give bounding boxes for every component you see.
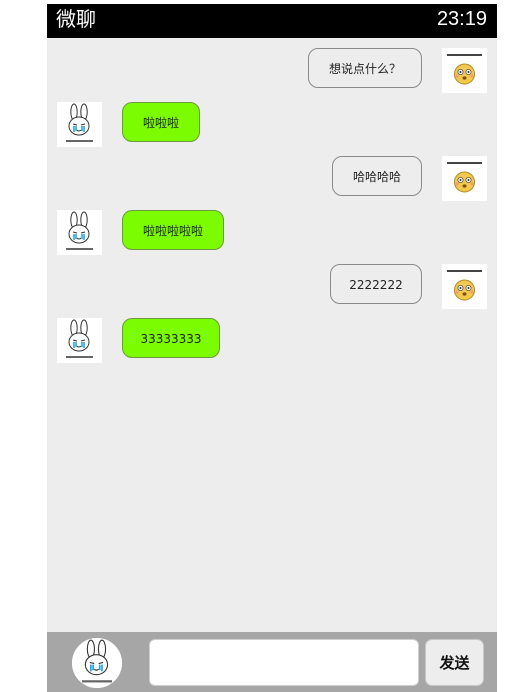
message-bubble-sent[interactable]: 想说点什么？ [308,48,422,88]
rabbit-avatar-icon [57,318,102,363]
message-input[interactable] [149,639,419,686]
status-time: 23:19 [436,8,487,30]
message-bubble-received[interactable]: 啦啦啦 [122,102,200,142]
emoji-avatar-icon [442,264,487,309]
send-button[interactable]: 发送 [425,639,484,686]
user-avatar-icon[interactable] [72,638,122,688]
app-title: 微聊 [56,7,96,31]
rabbit-avatar-icon [57,210,102,255]
message-bubble-received[interactable]: 啦啦啦啦啦 [122,210,224,250]
rabbit-avatar-icon [57,102,102,147]
emoji-avatar-icon [442,156,487,201]
message-bubble-sent[interactable]: 哈哈哈哈 [332,156,422,196]
message-bubble-received[interactable]: 33333333 [122,318,220,358]
status-bar: 微聊 23:19 [47,4,497,38]
input-bar: 发送 [47,632,497,692]
emoji-avatar-icon [442,48,487,93]
phone-screen: 微聊 23:19 想说点什么？ 啦啦啦 哈哈哈哈 啦啦啦啦啦 2222222 3… [47,0,497,692]
message-bubble-sent[interactable]: 2222222 [330,264,422,304]
chat-area[interactable]: 想说点什么？ 啦啦啦 哈哈哈哈 啦啦啦啦啦 2222222 33333333 [47,38,497,632]
